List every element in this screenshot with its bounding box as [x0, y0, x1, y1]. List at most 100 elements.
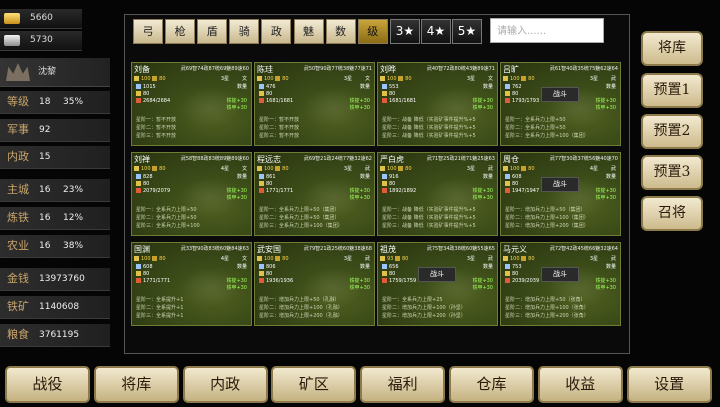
- side-button[interactable]: 召将: [641, 196, 703, 231]
- star-level: 4星: [220, 166, 229, 172]
- general-card[interactable]: 马元义 武72智42政45统66魅32速64 100 80 3星 武 数量 75…: [500, 242, 621, 326]
- equipment-bonus: 铁锭+30 铁甲+30: [595, 188, 616, 202]
- star-filter-button[interactable]: 5★: [452, 19, 482, 44]
- hp-count: 2079/2079: [136, 188, 170, 195]
- rank-value: 80: [282, 256, 289, 262]
- general-name: 刘备: [134, 65, 150, 74]
- stat-value: 16: [39, 241, 51, 251]
- side-button[interactable]: 预置2: [641, 114, 703, 149]
- nav-button[interactable]: 将库: [93, 366, 179, 403]
- hp-count: 1771/1771: [136, 278, 170, 285]
- gold-ingot-icon: [4, 13, 20, 24]
- general-card[interactable]: 祖茂 武75智34政38统60魅55速65 93 80 3星 武 数量 656 …: [377, 242, 498, 326]
- sword-icon: [382, 264, 387, 269]
- morale-count: 80: [136, 181, 149, 188]
- morale-count: 80: [505, 91, 518, 98]
- rank-value: 80: [159, 76, 166, 82]
- nav-button[interactable]: 仓库: [449, 366, 534, 403]
- sword-icon: [259, 84, 264, 89]
- nav-button[interactable]: 收益: [537, 366, 623, 403]
- side-button[interactable]: 预置1: [641, 73, 703, 108]
- bonus-line: 铁锭+30: [226, 188, 247, 194]
- level-value: 100: [264, 76, 274, 82]
- equipment-bonus: 铁锭+30 铁甲+30: [226, 98, 247, 112]
- general-card[interactable]: 刘备 武69智74政87统69魅89速60 100 80 3星 文 数量 101…: [131, 62, 252, 146]
- star-skill-line: 星阶三：暂不开放: [259, 133, 300, 139]
- star-skill-line: 星阶二：战备 降低（实验矿事件提升%+5: [382, 125, 476, 131]
- general-attributes: 武75智34政38统60魅55速65: [426, 246, 495, 252]
- shield-icon: [382, 91, 387, 96]
- rank-value: 80: [405, 76, 412, 82]
- star-skill-line: 星阶二：全系提升+1: [136, 305, 184, 311]
- star-skill-line: 星阶二：全系兵力上限+50: [505, 125, 566, 131]
- level-icon: [503, 256, 508, 261]
- stat-value: 16: [39, 213, 51, 223]
- general-name: 马元义: [503, 245, 527, 254]
- star-skill-line: 星阶三：暂不开放: [136, 133, 177, 139]
- side-button[interactable]: 将库: [641, 31, 703, 66]
- general-card[interactable]: 国渊 武33智90政83统60魅84速63 100 80 4星 文 数量 608…: [131, 242, 252, 326]
- troop-count: 828: [136, 174, 153, 181]
- general-card[interactable]: 武安国 武79智21政25统60魅38速68 100 80 3星 武 数量 80…: [254, 242, 375, 326]
- star-filter-button[interactable]: 4★: [421, 19, 451, 44]
- shield-icon: [259, 91, 264, 96]
- filter-button[interactable]: 弓: [133, 19, 163, 44]
- general-card[interactable]: 严白虎 武71智25政21统71魅25速63 100 80 3星 武 数量 91…: [377, 152, 498, 236]
- general-card[interactable]: 吕旷 武61智40政35统75魅62速64 100 80 3星 武 数量 762…: [500, 62, 621, 146]
- side-button[interactable]: 预置3: [641, 155, 703, 190]
- troop-count: 608: [136, 264, 153, 271]
- star-skill-line: 星阶二：增加兵力上限+100（集团）: [505, 215, 589, 221]
- general-card[interactable]: 刘禅 武58智88政83统89魅89速60 100 80 4星 文 数量 828…: [131, 152, 252, 236]
- filter-button[interactable]: 数: [325, 19, 356, 44]
- filter-button[interactable]: 枪: [165, 19, 196, 44]
- star-skill-line: 星阶二：增加兵力上限+100（孙坚）: [382, 305, 466, 311]
- nav-button[interactable]: 福利: [360, 366, 446, 403]
- quantity-label: 数量: [605, 84, 616, 90]
- hp-count: 2684/2684: [136, 98, 170, 105]
- stat-label: 内政: [7, 150, 29, 163]
- star-level: 3星: [466, 166, 475, 172]
- stat-row: 粮食 3761195: [0, 324, 110, 347]
- shield-icon: [505, 181, 510, 186]
- star-filter-button[interactable]: 3★: [390, 19, 420, 44]
- general-card[interactable]: 陈珪 武50智90政77统38魅77速71 100 80 3星 文 数量 476…: [254, 62, 375, 146]
- general-type: 文: [241, 76, 247, 82]
- quantity-label: 数量: [482, 174, 493, 180]
- heart-icon: [382, 278, 387, 283]
- filter-button[interactable]: 级: [357, 19, 388, 44]
- equipment-bonus: 铁锭+30 铁甲+30: [472, 188, 493, 202]
- general-card[interactable]: 刘晔 武40智72政80统43魅89速71 100 80 3星 文 数量 553…: [377, 62, 498, 146]
- sword-icon: [382, 174, 387, 179]
- general-card[interactable]: 周仓 武77智30政37统56魅40速70 100 80 4星 武 数量 608…: [500, 152, 621, 236]
- filter-button[interactable]: 魅: [293, 19, 324, 44]
- nav-button[interactable]: 设置: [626, 366, 712, 403]
- filter-button[interactable]: 政: [261, 19, 292, 44]
- troop-value: 553: [389, 84, 399, 90]
- star-level: 4星: [589, 166, 598, 172]
- bonus-line: 铁锭+30: [595, 188, 616, 194]
- stat-label: 等级: [7, 95, 29, 108]
- general-type: 文: [241, 256, 247, 262]
- general-attributes: 武69智21政24统77魅32速62: [303, 156, 372, 162]
- filter-button[interactable]: 盾: [197, 19, 228, 44]
- nav-button[interactable]: 战役: [5, 366, 90, 403]
- search-input[interactable]: 请输入......: [490, 18, 604, 43]
- star-skill-line: 星阶二：全系兵力上限+50（集团）: [259, 215, 340, 221]
- general-card[interactable]: 程远志 武69智21政24统77魅32速62 100 80 3星 武 数量 86…: [254, 152, 375, 236]
- star-skill-line: 星阶一：增加兵力上限+50（孔融）: [259, 297, 340, 303]
- morale-value: 80: [143, 271, 150, 277]
- troop-count: 476: [259, 84, 276, 91]
- hp-value: 1771/1771: [266, 188, 294, 194]
- star-skill-line: 星阶二：增加兵力上限+100（孔融）: [259, 305, 343, 311]
- nav-button[interactable]: 矿区: [271, 366, 357, 403]
- star-level: 4星: [220, 256, 229, 262]
- shield-icon: [382, 181, 387, 186]
- nav-button[interactable]: 内政: [182, 366, 268, 403]
- quantity-label: 数量: [236, 264, 247, 270]
- stat-label: 粮食: [7, 328, 29, 341]
- morale-count: 80: [505, 271, 518, 278]
- level-icon: [257, 166, 262, 171]
- general-level: 100 80: [503, 166, 535, 173]
- filter-button[interactable]: 骑: [229, 19, 260, 44]
- general-type: 文: [241, 166, 247, 172]
